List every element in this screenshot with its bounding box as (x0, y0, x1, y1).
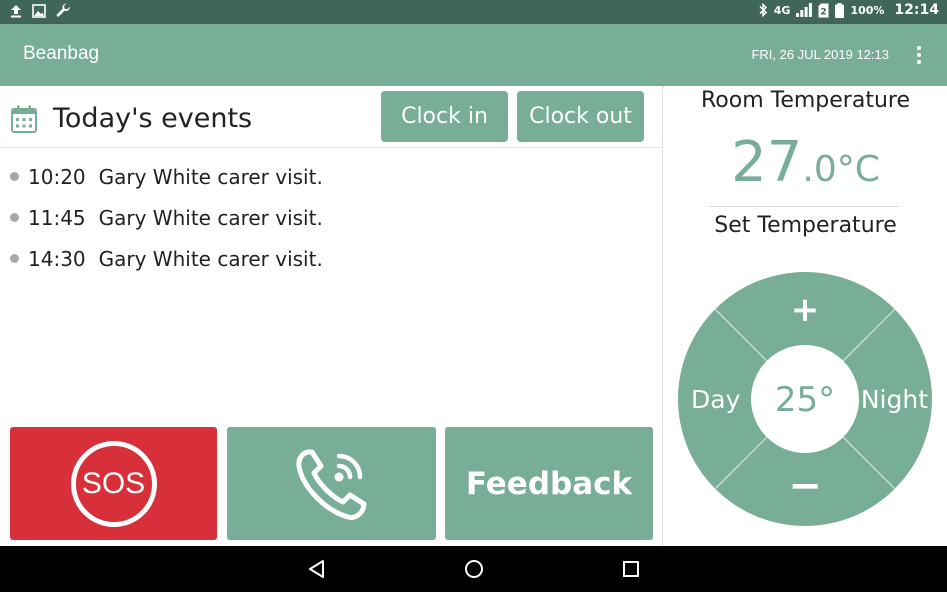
feedback-button[interactable]: Feedback (445, 427, 653, 540)
sos-label: SOS (70, 440, 157, 527)
wrench-icon (56, 3, 70, 17)
dot-icon (917, 46, 921, 50)
events-title: Today's events (53, 103, 253, 134)
day-label: Day (691, 385, 741, 414)
call-button[interactable] (227, 427, 436, 540)
night-label: Night (861, 385, 928, 414)
bullet-icon (10, 213, 19, 222)
event-item[interactable]: 14:30 Gary White carer visit. (0, 238, 663, 279)
status-notifications (10, 3, 72, 19)
events-header: Today's events Clock in Clock out (0, 86, 663, 148)
event-text: Gary White carer visit. (98, 164, 323, 189)
home-icon[interactable] (462, 558, 486, 580)
dot-icon (917, 53, 921, 57)
phone-wifi-icon (295, 449, 366, 520)
signal-icon (796, 3, 813, 17)
clock-in-button[interactable]: Clock in (381, 91, 508, 142)
event-text: Gary White carer visit. (98, 205, 323, 230)
set-temperature-label: Set Temperature (714, 213, 897, 238)
clock-out-button[interactable]: Clock out (517, 91, 644, 142)
status-time: 12:14 (894, 2, 939, 18)
thermostat-panel: Room Temperature 27.0°C Set Temperature … (664, 86, 947, 546)
event-time: 11:45 (28, 205, 86, 230)
event-time: 14:30 (28, 246, 86, 271)
image-icon (32, 4, 46, 18)
sos-button[interactable]: SOS (10, 427, 217, 540)
dot-icon (917, 60, 921, 64)
divider (709, 206, 899, 207)
navigation-bar (0, 546, 947, 592)
event-item[interactable]: 11:45 Gary White carer visit. (0, 197, 663, 238)
bullet-icon (10, 172, 19, 181)
room-temperature-value: 27.0°C (664, 130, 947, 195)
bullet-icon (10, 254, 19, 263)
events-panel: Today's events Clock in Clock out 10:20 … (0, 86, 663, 546)
set-temperature-value: 25° (775, 380, 835, 420)
event-item[interactable]: 10:20 Gary White carer visit. (0, 156, 663, 197)
calendar-icon (11, 105, 37, 133)
plus-label: + (791, 290, 820, 330)
app-bar: Beanbag FRI, 26 JUL 2019 12:13 (0, 24, 947, 86)
network-type: 4G (773, 3, 791, 17)
app-datetime: FRI, 26 JUL 2019 12:13 (751, 47, 889, 62)
event-list: 10:20 Gary White carer visit. 11:45 Gary… (0, 156, 663, 279)
event-time: 10:20 (28, 164, 86, 189)
app-title: Beanbag (23, 43, 100, 64)
status-system: 4G 2 100% 12:14 (758, 2, 939, 18)
recents-icon[interactable] (619, 558, 643, 580)
battery-icon (835, 2, 845, 18)
back-icon[interactable] (305, 558, 329, 580)
room-temperature-integer: 27 (731, 130, 803, 195)
room-temperature-label: Room Temperature (701, 88, 910, 113)
battery-percent: 100% (850, 3, 885, 17)
temperature-dial: 25° + − Day Night (678, 272, 932, 526)
status-bar: 4G 2 100% 12:14 (0, 0, 947, 24)
event-text: Gary White carer visit. (98, 246, 323, 271)
upload-icon (11, 5, 21, 18)
bluetooth-icon (759, 3, 767, 17)
sim-icon: 2 (818, 3, 829, 17)
svg-text:2: 2 (821, 7, 827, 17)
room-temperature-decimal: .0°C (802, 149, 880, 190)
minus-label: − (788, 463, 822, 509)
overflow-menu-button[interactable] (913, 44, 925, 66)
